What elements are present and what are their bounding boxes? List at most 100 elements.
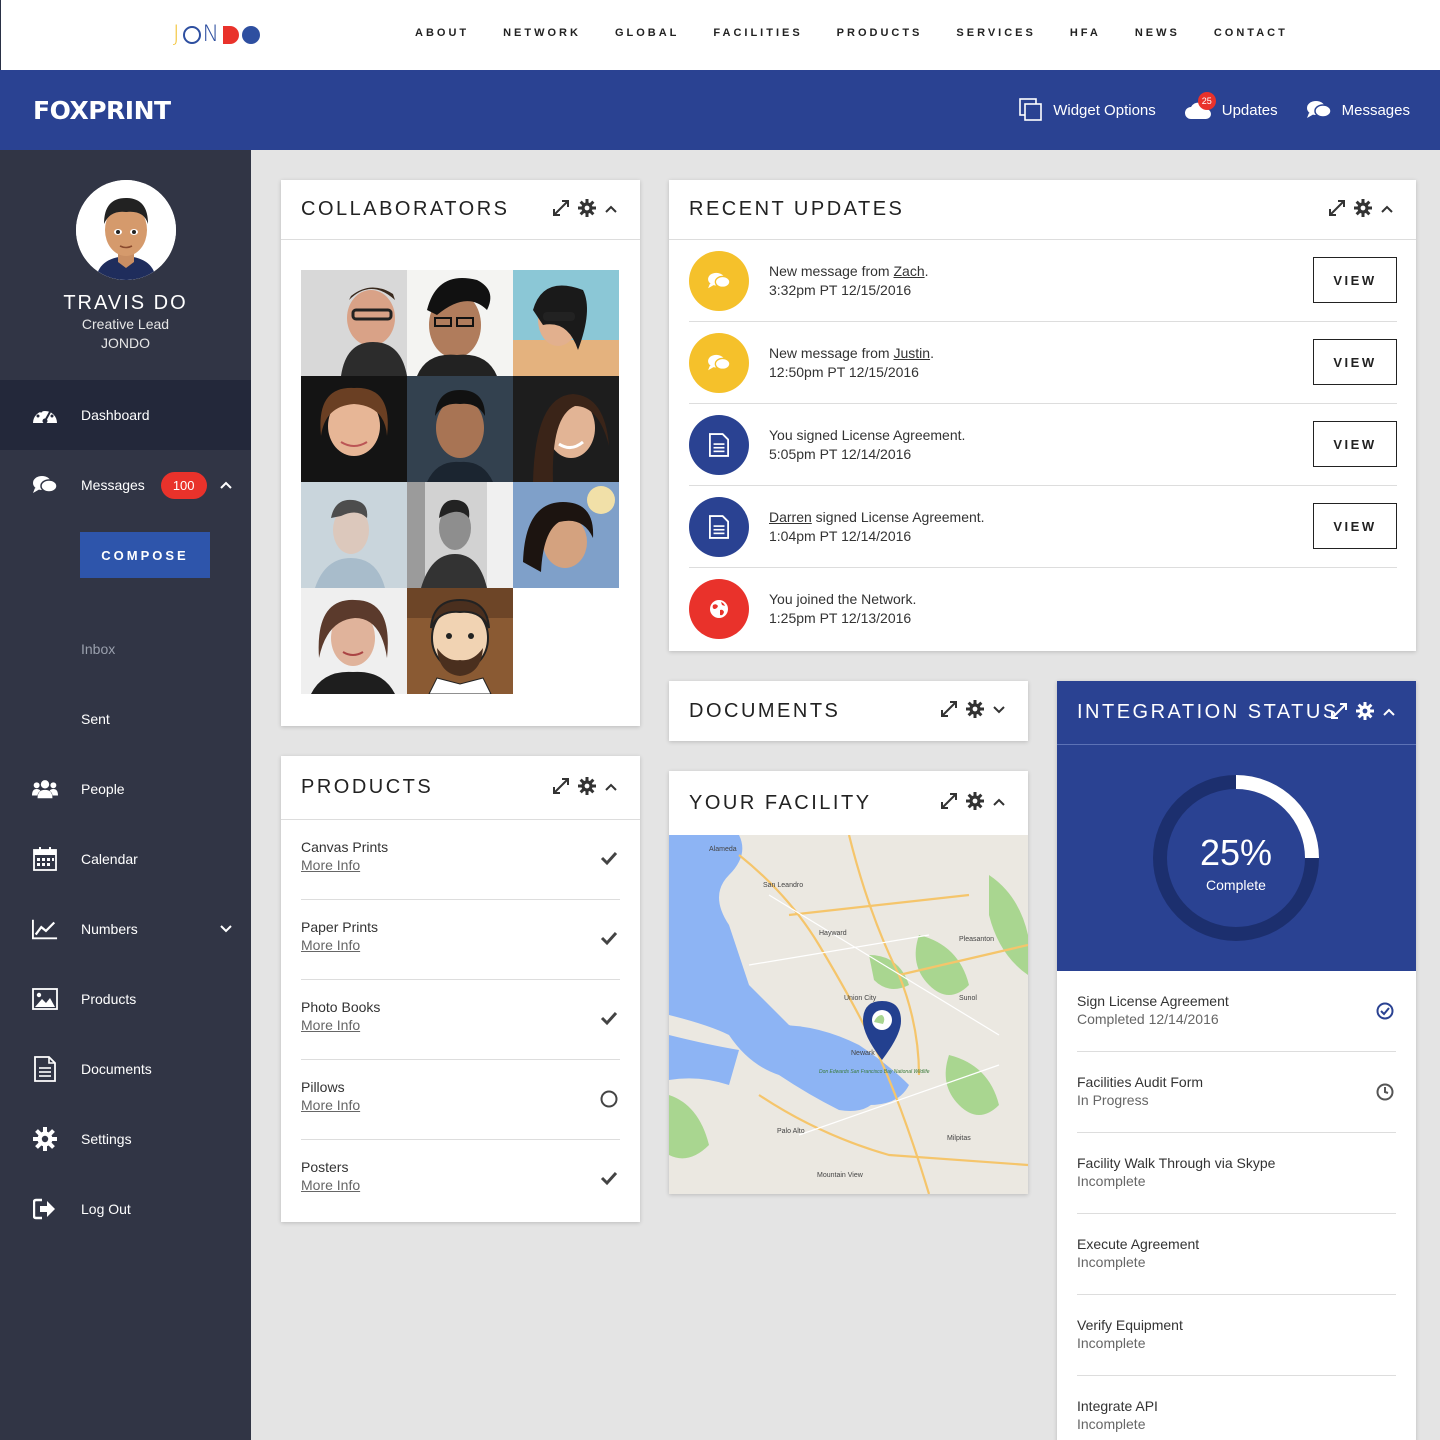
updates-badge: 25: [1197, 92, 1216, 110]
chevron-up-icon[interactable]: [1382, 704, 1396, 722]
chevron-up-icon[interactable]: [219, 477, 233, 493]
collaborator-photo[interactable]: [513, 270, 619, 376]
gear-icon[interactable]: [578, 776, 596, 800]
facility-map[interactable]: Alameda San Leandro Hayward Pleasanton U…: [669, 835, 1028, 1194]
gear-icon[interactable]: [1354, 198, 1372, 222]
update-user-link[interactable]: Zach: [893, 263, 924, 279]
sidebar-item-dashboard[interactable]: Dashboard: [0, 380, 251, 450]
sidebar-item-logout[interactable]: Log Out: [0, 1174, 251, 1244]
sidebar-item-label: Products: [81, 991, 137, 1007]
view-button[interactable]: VIEW: [1313, 257, 1397, 303]
gear-icon[interactable]: [966, 699, 984, 723]
gear-icon[interactable]: [966, 791, 984, 815]
expand-icon[interactable]: [940, 792, 958, 815]
collaborator-photo[interactable]: [407, 588, 513, 694]
people-icon: [32, 776, 58, 802]
collaborator-photo[interactable]: [301, 376, 407, 482]
update-time: 3:32pm PT 12/15/2016: [769, 282, 912, 298]
list-item: You joined the Network. 1:25pm PT 12/13/2…: [689, 568, 1397, 650]
foxprint-logo[interactable]: FOXPRINT: [33, 96, 171, 125]
gear-icon[interactable]: [578, 198, 596, 222]
chevron-up-icon[interactable]: [604, 779, 618, 797]
sidebar-item-settings[interactable]: Settings: [0, 1104, 251, 1174]
nav-link-products[interactable]: PRODUCTS: [837, 27, 923, 39]
view-button[interactable]: VIEW: [1313, 421, 1397, 467]
update-user-link[interactable]: Darren: [769, 509, 812, 525]
nav-link-facilities[interactable]: FACILITIES: [713, 27, 802, 39]
nav-link-contact[interactable]: CONTACT: [1214, 27, 1288, 39]
avatar[interactable]: [75, 180, 176, 280]
expand-icon[interactable]: [1330, 702, 1348, 725]
sidebar-item-messages[interactable]: Messages 100: [0, 450, 251, 520]
product-list: Canvas Prints More Info Paper Prints Mor…: [281, 820, 640, 1220]
sidebar-item-products[interactable]: Products: [0, 964, 251, 1034]
list-item: Pillows More Info: [301, 1060, 620, 1140]
sidebar-item-inbox[interactable]: Inbox: [0, 614, 251, 684]
sidebar-item-calendar[interactable]: Calendar: [0, 824, 251, 894]
task-name: Facility Walk Through via Skype: [1077, 1155, 1276, 1171]
expand-icon[interactable]: [552, 199, 570, 222]
profile-role: Creative Lead: [81, 316, 170, 332]
jondo-logo[interactable]: JN: [173, 22, 260, 47]
list-item: You signed License Agreement. 5:05pm PT 1…: [689, 404, 1397, 486]
list-item[interactable]: Facilities Audit Form In Progress: [1077, 1052, 1396, 1133]
nav-link-about[interactable]: ABOUT: [415, 27, 469, 39]
sidebar-item-documents[interactable]: Documents: [0, 1034, 251, 1104]
compose-button[interactable]: COMPOSE: [80, 532, 210, 578]
list-item[interactable]: Verify Equipment Incomplete: [1077, 1295, 1396, 1376]
more-info-link[interactable]: More Info: [301, 857, 360, 873]
more-info-link[interactable]: More Info: [301, 1017, 360, 1033]
map-label: Alameda: [709, 846, 737, 853]
collaborator-photo[interactable]: [407, 376, 513, 482]
collaborator-photo[interactable]: [407, 270, 513, 376]
sidebar-item-label: Log Out: [81, 1201, 131, 1217]
nav-link-global[interactable]: GLOBAL: [615, 27, 679, 39]
map-label: Pleasanton: [959, 936, 994, 943]
chevron-down-icon[interactable]: [992, 702, 1006, 720]
sidebar-item-sent[interactable]: Sent: [0, 684, 251, 754]
list-item[interactable]: Execute Agreement Incomplete: [1077, 1214, 1396, 1295]
list-item[interactable]: Facility Walk Through via Skype Incomple…: [1077, 1133, 1396, 1214]
view-button[interactable]: VIEW: [1313, 503, 1397, 549]
chevron-up-icon[interactable]: [604, 201, 618, 219]
list-item: Paper Prints More Info: [301, 900, 620, 980]
updates-button[interactable]: 25 Updates: [1184, 92, 1278, 120]
gear-icon[interactable]: [1356, 701, 1374, 725]
clock-icon: [1376, 1083, 1394, 1106]
chevron-down-icon[interactable]: [219, 921, 233, 937]
collaborator-grid: [301, 270, 619, 694]
nav-link-network[interactable]: NETWORK: [503, 27, 581, 39]
map-label: Sunol: [959, 995, 977, 1002]
chevron-up-icon[interactable]: [992, 794, 1006, 812]
more-info-link[interactable]: More Info: [301, 937, 360, 953]
expand-icon[interactable]: [552, 777, 570, 800]
more-info-link[interactable]: More Info: [301, 1097, 360, 1113]
collaborator-photo[interactable]: [513, 482, 619, 588]
list-item[interactable]: Sign License Agreement Completed 12/14/2…: [1077, 971, 1396, 1052]
collaborator-photo[interactable]: [513, 376, 619, 482]
nav-link-hfa[interactable]: HFA: [1070, 27, 1101, 39]
update-user-link[interactable]: Justin: [893, 345, 930, 361]
chevron-up-icon[interactable]: [1380, 201, 1394, 219]
nav-link-news[interactable]: NEWS: [1135, 27, 1180, 39]
collaborator-photo[interactable]: [301, 482, 407, 588]
profile: TRAVIS DO Creative Lead JONDO: [0, 150, 251, 380]
task-name: Facilities Audit Form: [1077, 1074, 1204, 1090]
widget-options-button[interactable]: Widget Options: [1019, 98, 1156, 122]
collaborator-photo[interactable]: [301, 270, 407, 376]
view-button[interactable]: VIEW: [1313, 339, 1397, 385]
map-label: San Leandro: [763, 882, 803, 889]
collaborator-photo[interactable]: [407, 482, 513, 588]
nav-link-services[interactable]: SERVICES: [956, 27, 1035, 39]
messages-header-button[interactable]: Messages: [1306, 99, 1410, 121]
more-info-link[interactable]: More Info: [301, 1177, 360, 1193]
expand-icon[interactable]: [940, 700, 958, 723]
sidebar-item-people[interactable]: People: [0, 754, 251, 824]
expand-icon[interactable]: [1328, 199, 1346, 222]
top-nav: JN ABOUT NETWORK GLOBAL FACILITIES PRODU…: [0, 0, 1440, 70]
widget-options-label: Widget Options: [1053, 101, 1156, 119]
product-name: Pillows: [301, 1079, 345, 1095]
sidebar-item-numbers[interactable]: Numbers: [0, 894, 251, 964]
list-item[interactable]: Integrate API Incomplete: [1077, 1376, 1396, 1440]
collaborator-photo[interactable]: [301, 588, 407, 694]
